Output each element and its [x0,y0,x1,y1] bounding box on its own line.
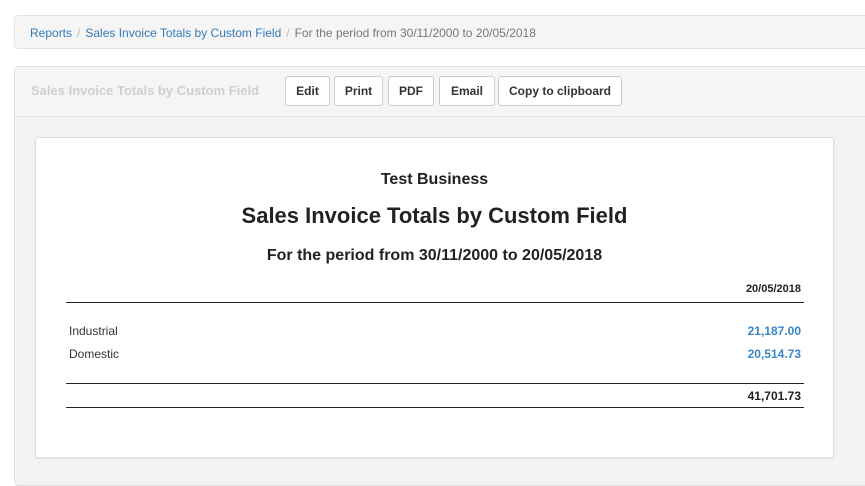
total-value: 41,701.73 [747,389,801,403]
business-name: Test Business [380,171,489,188]
breadcrumb-separator: / [77,26,81,40]
column-header-date: 20/05/2018 [745,283,801,295]
print-button[interactable]: Print [334,76,383,106]
report-document: Test Business Sales Invoice Totals by Cu… [35,137,834,458]
row-value-domestic[interactable]: 20,514.73 [748,347,801,361]
header-divider [66,302,804,303]
total-bottom-divider [66,407,804,408]
edit-button[interactable]: Edit [285,76,330,106]
total-top-divider [66,383,804,384]
report-period: For the period from 30/11/2000 to 20/05/… [266,247,603,264]
breadcrumb-report-link[interactable]: Sales Invoice Totals by Custom Field [85,26,281,40]
email-button[interactable]: Email [439,76,495,106]
toolbar-title: Sales Invoice Totals by Custom Field [31,83,260,98]
breadcrumb-current: For the period from 30/11/2000 to 20/05/… [294,26,536,40]
report-title: Sales Invoice Totals by Custom Field [241,203,628,228]
report-panel: Sales Invoice Totals by Custom Field Edi… [14,66,865,486]
breadcrumb-separator: / [286,26,290,40]
row-label-industrial: Industrial [69,324,118,338]
row-label-domestic: Domestic [69,347,120,361]
row-value-industrial[interactable]: 21,187.00 [748,324,801,338]
copy-to-clipboard-button[interactable]: Copy to clipboard [498,76,622,106]
breadcrumb: Reports / Sales Invoice Totals by Custom F… [14,15,865,49]
breadcrumb-reports-link[interactable]: Reports [30,26,72,40]
report-toolbar: Sales Invoice Totals by Custom Field Edi… [15,67,865,117]
pdf-button[interactable]: PDF [388,76,434,106]
